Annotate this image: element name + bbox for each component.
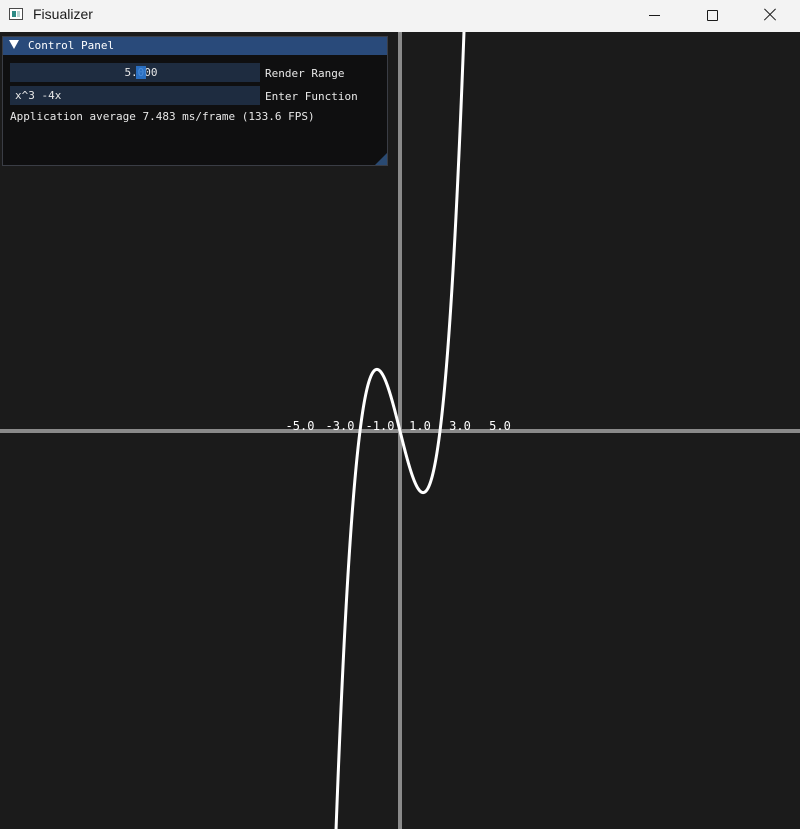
control-panel-header[interactable]: Control Panel (3, 37, 387, 55)
window-title: Fisualizer (33, 6, 93, 22)
x-tick-label: -1.0 (366, 419, 395, 433)
control-panel[interactable]: Control Panel 5.000 Render Range x^3 -4x… (2, 36, 388, 166)
maximize-button[interactable] (683, 0, 741, 30)
close-button[interactable] (741, 0, 799, 30)
app-window-icon (9, 8, 23, 20)
function-input[interactable]: x^3 -4x (10, 86, 260, 105)
x-tick-label: -3.0 (326, 419, 355, 433)
resize-grip-icon[interactable] (375, 153, 387, 165)
close-icon (763, 8, 777, 22)
maximize-icon (706, 9, 718, 21)
title-bar[interactable]: Fisualizer (0, 0, 800, 32)
x-tick-label: 5.0 (489, 419, 511, 433)
render-range-slider[interactable]: 5.000 (10, 63, 260, 82)
slider-grab-handle[interactable] (135, 65, 146, 79)
x-tick-label: -5.0 (286, 419, 315, 433)
fps-status-text: Application average 7.483 ms/frame (133.… (10, 110, 315, 123)
function-input-value: x^3 -4x (15, 89, 62, 102)
control-panel-title: Control Panel (28, 39, 115, 52)
minimize-icon (648, 14, 660, 16)
minimize-button[interactable] (625, 0, 683, 30)
render-range-label: Render Range (265, 67, 345, 80)
x-tick-label: 1.0 (409, 419, 431, 433)
function-input-label: Enter Function (265, 90, 358, 103)
collapse-arrow-icon[interactable] (9, 40, 19, 49)
x-tick-label: 3.0 (449, 419, 471, 433)
